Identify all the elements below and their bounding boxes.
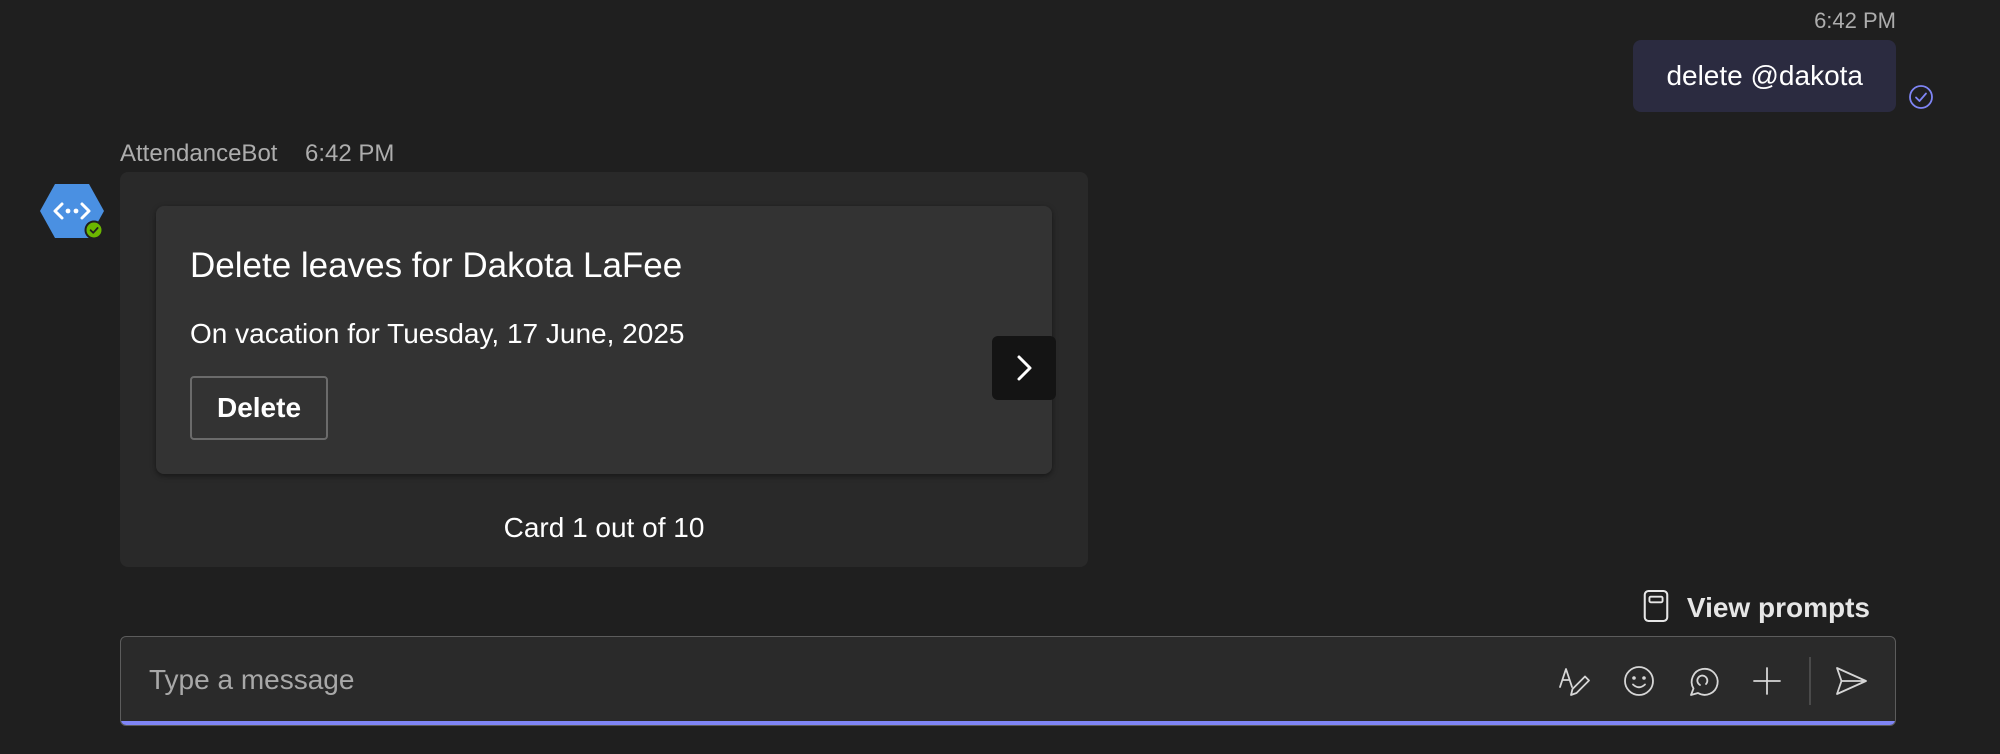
format-button[interactable] xyxy=(1553,659,1597,703)
card-subtitle: On vacation for Tuesday, 17 June, 2025 xyxy=(190,318,685,349)
compose-box xyxy=(120,636,1896,726)
message-input[interactable] xyxy=(147,657,1351,703)
compose-focus-underline xyxy=(121,721,1895,725)
emoji-icon xyxy=(1624,666,1654,696)
toolbar-divider xyxy=(1809,657,1811,705)
chevron-right-icon xyxy=(1017,355,1032,381)
card-carousel: Delete leaves for Dakota LaFee On vacati… xyxy=(120,172,1088,567)
bot-timestamp: 6:42 PM xyxy=(305,140,395,167)
format-pen-icon xyxy=(1559,668,1590,696)
send-icon xyxy=(1836,667,1867,695)
next-card-button[interactable] xyxy=(992,336,1056,400)
outgoing-timestamp: 6:42 PM xyxy=(1814,8,1896,33)
outgoing-message-bubble[interactable]: delete @dakota xyxy=(1633,40,1896,112)
card-counter: Card 1 out of 10 xyxy=(503,512,705,543)
view-prompts-label: View prompts xyxy=(1686,592,1870,623)
bot-name[interactable]: AttendanceBot xyxy=(120,140,277,168)
adaptive-card: Delete leaves for Dakota LaFee On vacati… xyxy=(156,206,1052,474)
attach-button[interactable] xyxy=(1745,659,1789,703)
view-prompts-button[interactable]: View prompts xyxy=(1641,588,1870,628)
notebook-icon xyxy=(1641,589,1671,628)
bot-avatar[interactable] xyxy=(38,178,106,244)
delete-button[interactable]: Delete xyxy=(190,376,328,440)
loop-icon xyxy=(1690,668,1719,696)
card-title: Delete leaves for Dakota LaFee xyxy=(190,246,683,285)
emoji-button[interactable] xyxy=(1617,659,1661,703)
send-button[interactable] xyxy=(1829,659,1873,703)
loop-button[interactable] xyxy=(1681,659,1725,703)
read-receipt-icon xyxy=(1908,84,1934,110)
plus-icon xyxy=(1753,667,1781,695)
